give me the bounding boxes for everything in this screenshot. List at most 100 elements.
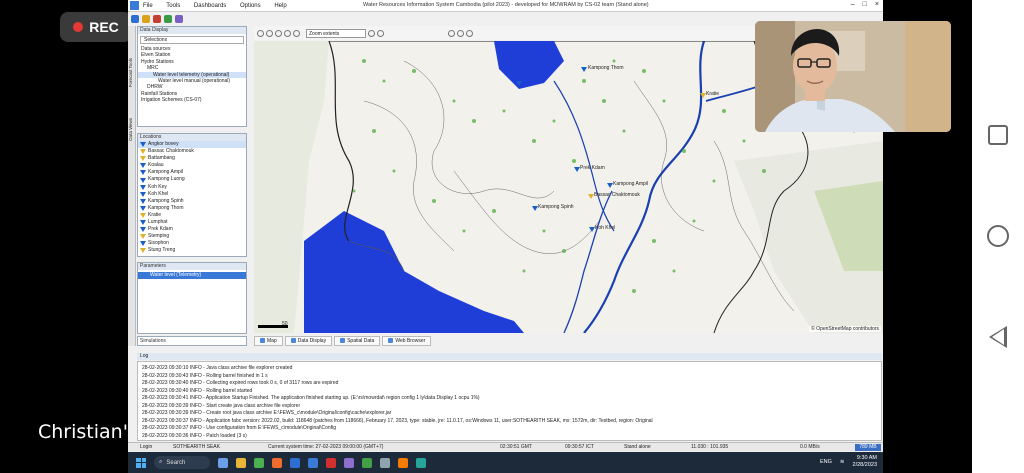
- globe-icon[interactable]: [131, 15, 139, 23]
- log-line: 28-02-2023 09:30:43 INFO - Rolling barre…: [142, 372, 268, 379]
- edge-icon[interactable]: [308, 457, 318, 468]
- chrome-icon[interactable]: [254, 457, 264, 468]
- tab-web-browser[interactable]: Web Browser: [382, 335, 432, 346]
- station-marker-icon: [140, 227, 146, 233]
- warning-icon[interactable]: [466, 29, 473, 37]
- location-label: Stemping: [148, 233, 170, 240]
- language-indicator[interactable]: ENG: [820, 459, 832, 465]
- parameter-item[interactable]: Water level (Telemetry): [138, 272, 246, 279]
- station-marker-icon: [140, 220, 146, 226]
- title-bar: File Tools Dashboards Options Help Water…: [128, 0, 883, 12]
- log-line: 28-02-2023 09:30:40 INFO - Rolling barre…: [142, 387, 253, 394]
- maximize-icon[interactable]: □: [863, 1, 867, 8]
- home-icon[interactable]: [987, 225, 1009, 247]
- menu-help[interactable]: Help: [274, 3, 286, 9]
- chart-icon[interactable]: [153, 15, 161, 23]
- window-controls: – □ ×: [851, 1, 879, 8]
- table-icon[interactable]: [164, 15, 172, 23]
- tab-forecast-tools[interactable]: Forecast Tools: [128, 56, 136, 89]
- simulations-panel[interactable]: Simulations: [137, 336, 247, 346]
- status-ict: 09:30:57 ICT: [565, 444, 594, 450]
- menu-dashboards[interactable]: Dashboards: [194, 3, 226, 9]
- location-label: Koalau: [148, 162, 164, 169]
- minimize-icon[interactable]: –: [851, 1, 855, 8]
- search-icon[interactable]: [293, 29, 300, 37]
- memory-indicator: 789 MB: [855, 444, 881, 451]
- location-item[interactable]: Stemping: [138, 233, 246, 240]
- zoom-extents-dropdown[interactable]: Zoom extents: [306, 28, 366, 38]
- tab-data-display-label: Data Display: [297, 337, 327, 344]
- location-item[interactable]: Stung Treng: [138, 247, 246, 254]
- station-marker-icon: [140, 205, 146, 211]
- tab-map[interactable]: Map: [254, 335, 283, 346]
- map-label-kampong-thom: Kampong Thom: [588, 65, 624, 71]
- station-marker-icon: [140, 234, 146, 240]
- location-item[interactable]: Prek Kdam: [138, 226, 246, 233]
- tool-icon[interactable]: [175, 15, 183, 23]
- print-icon[interactable]: [368, 29, 375, 37]
- info-icon[interactable]: [377, 29, 384, 37]
- map-attribution: © OpenStreetMap contributors: [809, 326, 881, 332]
- zoom-in-icon[interactable]: [257, 29, 264, 37]
- location-item[interactable]: Koalau: [138, 162, 246, 169]
- tab-data-views[interactable]: Data Views: [128, 116, 136, 143]
- webcam-feed: [755, 21, 951, 132]
- location-item[interactable]: Sisophon: [138, 240, 246, 247]
- db-icon[interactable]: [142, 15, 150, 23]
- log-line: 28-02-2023 09:30:10 INFO - Java class ar…: [142, 365, 293, 371]
- log-line: 28-02-2023 09:30:36 INFO - Patch loaded …: [142, 432, 247, 439]
- location-item[interactable]: Kampong Thom: [138, 205, 246, 212]
- select-icon[interactable]: [448, 29, 455, 37]
- log-panel[interactable]: 28-02-2023 09:30:10 INFO - Java class ar…: [137, 361, 882, 441]
- teams-icon[interactable]: [344, 457, 354, 468]
- location-item[interactable]: Battambang: [138, 155, 246, 162]
- word-icon[interactable]: [290, 457, 300, 468]
- station-marker-icon: [140, 177, 146, 183]
- layer-icon[interactable]: [457, 29, 464, 37]
- menu-file[interactable]: File: [143, 3, 153, 9]
- station-marker[interactable]: [516, 81, 522, 86]
- recents-icon[interactable]: [988, 125, 1008, 145]
- location-item[interactable]: Angkor bovey: [138, 141, 246, 149]
- tab-spatial-data[interactable]: Spatial Data: [334, 335, 381, 346]
- location-item[interactable]: Bassac Chaktomouk: [138, 148, 246, 155]
- menu-tools[interactable]: Tools: [166, 3, 180, 9]
- map-label-koh-khel: Koh Khel: [595, 225, 616, 231]
- location-item[interactable]: Koh Key: [138, 184, 246, 191]
- powerpoint-icon[interactable]: [398, 457, 408, 468]
- menu-options[interactable]: Options: [240, 3, 261, 9]
- app-icon[interactable]: [416, 457, 426, 468]
- location-item[interactable]: Kampong Ampil: [138, 169, 246, 176]
- selections-dropdown[interactable]: Selections: [140, 36, 244, 44]
- windows-start-icon[interactable]: [136, 457, 146, 468]
- pan-icon[interactable]: [275, 29, 282, 37]
- station-marker-icon: [140, 163, 146, 169]
- location-item[interactable]: Kampong Luong: [138, 176, 246, 183]
- station-marker-icon: [140, 184, 146, 190]
- location-label: Kampong Thom: [148, 204, 184, 211]
- tree-item[interactable]: Irrigation Schemes (CS-07): [138, 97, 246, 103]
- settings-icon[interactable]: [380, 457, 390, 468]
- explorer-icon[interactable]: [236, 457, 246, 468]
- locations-list: Angkor bovey Bassac Chaktomouk Battambang K…: [138, 141, 246, 255]
- taskbar-clock[interactable]: 9:30 AM 2/28/2023: [853, 455, 877, 469]
- search-icon: ⌕: [159, 459, 163, 465]
- station-marker[interactable]: [581, 67, 587, 72]
- location-item[interactable]: Kratie: [138, 212, 246, 219]
- location-item[interactable]: Lumphat: [138, 219, 246, 226]
- station-marker-icon: [140, 198, 146, 204]
- wifi-icon[interactable]: ≋: [840, 459, 845, 465]
- refresh-icon[interactable]: [284, 29, 291, 37]
- location-item[interactable]: Koh Khel: [138, 191, 246, 198]
- tab-data-display[interactable]: Data Display: [284, 335, 333, 346]
- location-item[interactable]: Kampong Spinh: [138, 198, 246, 205]
- close-icon[interactable]: ×: [875, 1, 879, 8]
- tab-map-label: Map: [267, 337, 277, 344]
- excel-icon[interactable]: [362, 457, 372, 468]
- back-icon[interactable]: [989, 326, 1007, 348]
- firefox-icon[interactable]: [272, 457, 282, 468]
- zoom-out-icon[interactable]: [266, 29, 273, 37]
- app-icon[interactable]: [326, 457, 336, 468]
- taskbar-search[interactable]: ⌕ Search: [154, 456, 210, 469]
- taskview-icon[interactable]: [218, 457, 228, 468]
